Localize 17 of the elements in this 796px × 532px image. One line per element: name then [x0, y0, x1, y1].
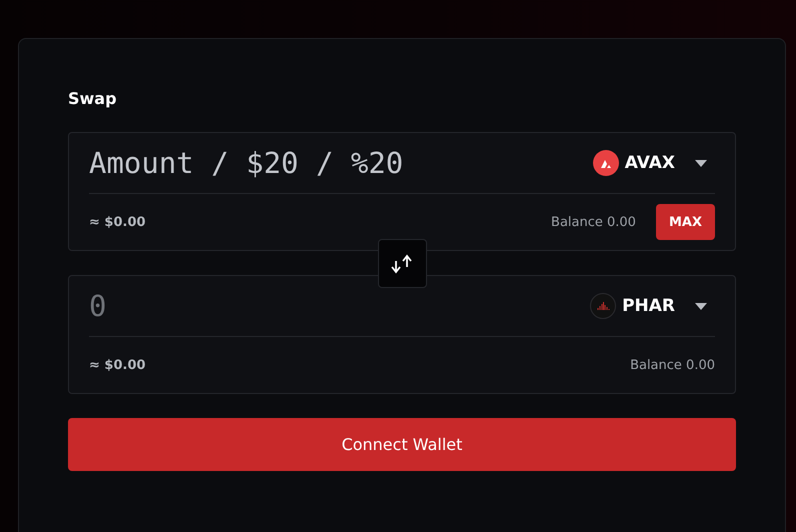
token-selector[interactable]: PHAR: [590, 293, 715, 319]
balance-text: Balance 0.00: [630, 358, 715, 372]
token-logo-icon: [592, 150, 619, 176]
amount-field[interactable]: Amount / $20 / %20: [89, 146, 593, 180]
connect-wallet-button[interactable]: Connect Wallet: [68, 418, 736, 471]
swap-direction-button[interactable]: [378, 239, 426, 288]
caret-icon: [695, 160, 707, 166]
max-button[interactable]: MAX: [656, 204, 715, 240]
caret-icon: [695, 302, 707, 310]
amount-field[interactable]: 0: [89, 289, 590, 323]
usd-value: ≈ $0.00: [89, 214, 146, 230]
balance-text: Balance 0.00: [551, 214, 636, 230]
usd-value: ≈ $0.00: [89, 358, 146, 372]
token-logo-icon: [590, 293, 616, 319]
token-selector[interactable]: AVAX: [592, 150, 715, 176]
swap-arrows-icon: [390, 254, 414, 274]
swap-title: Swap: [68, 89, 118, 108]
